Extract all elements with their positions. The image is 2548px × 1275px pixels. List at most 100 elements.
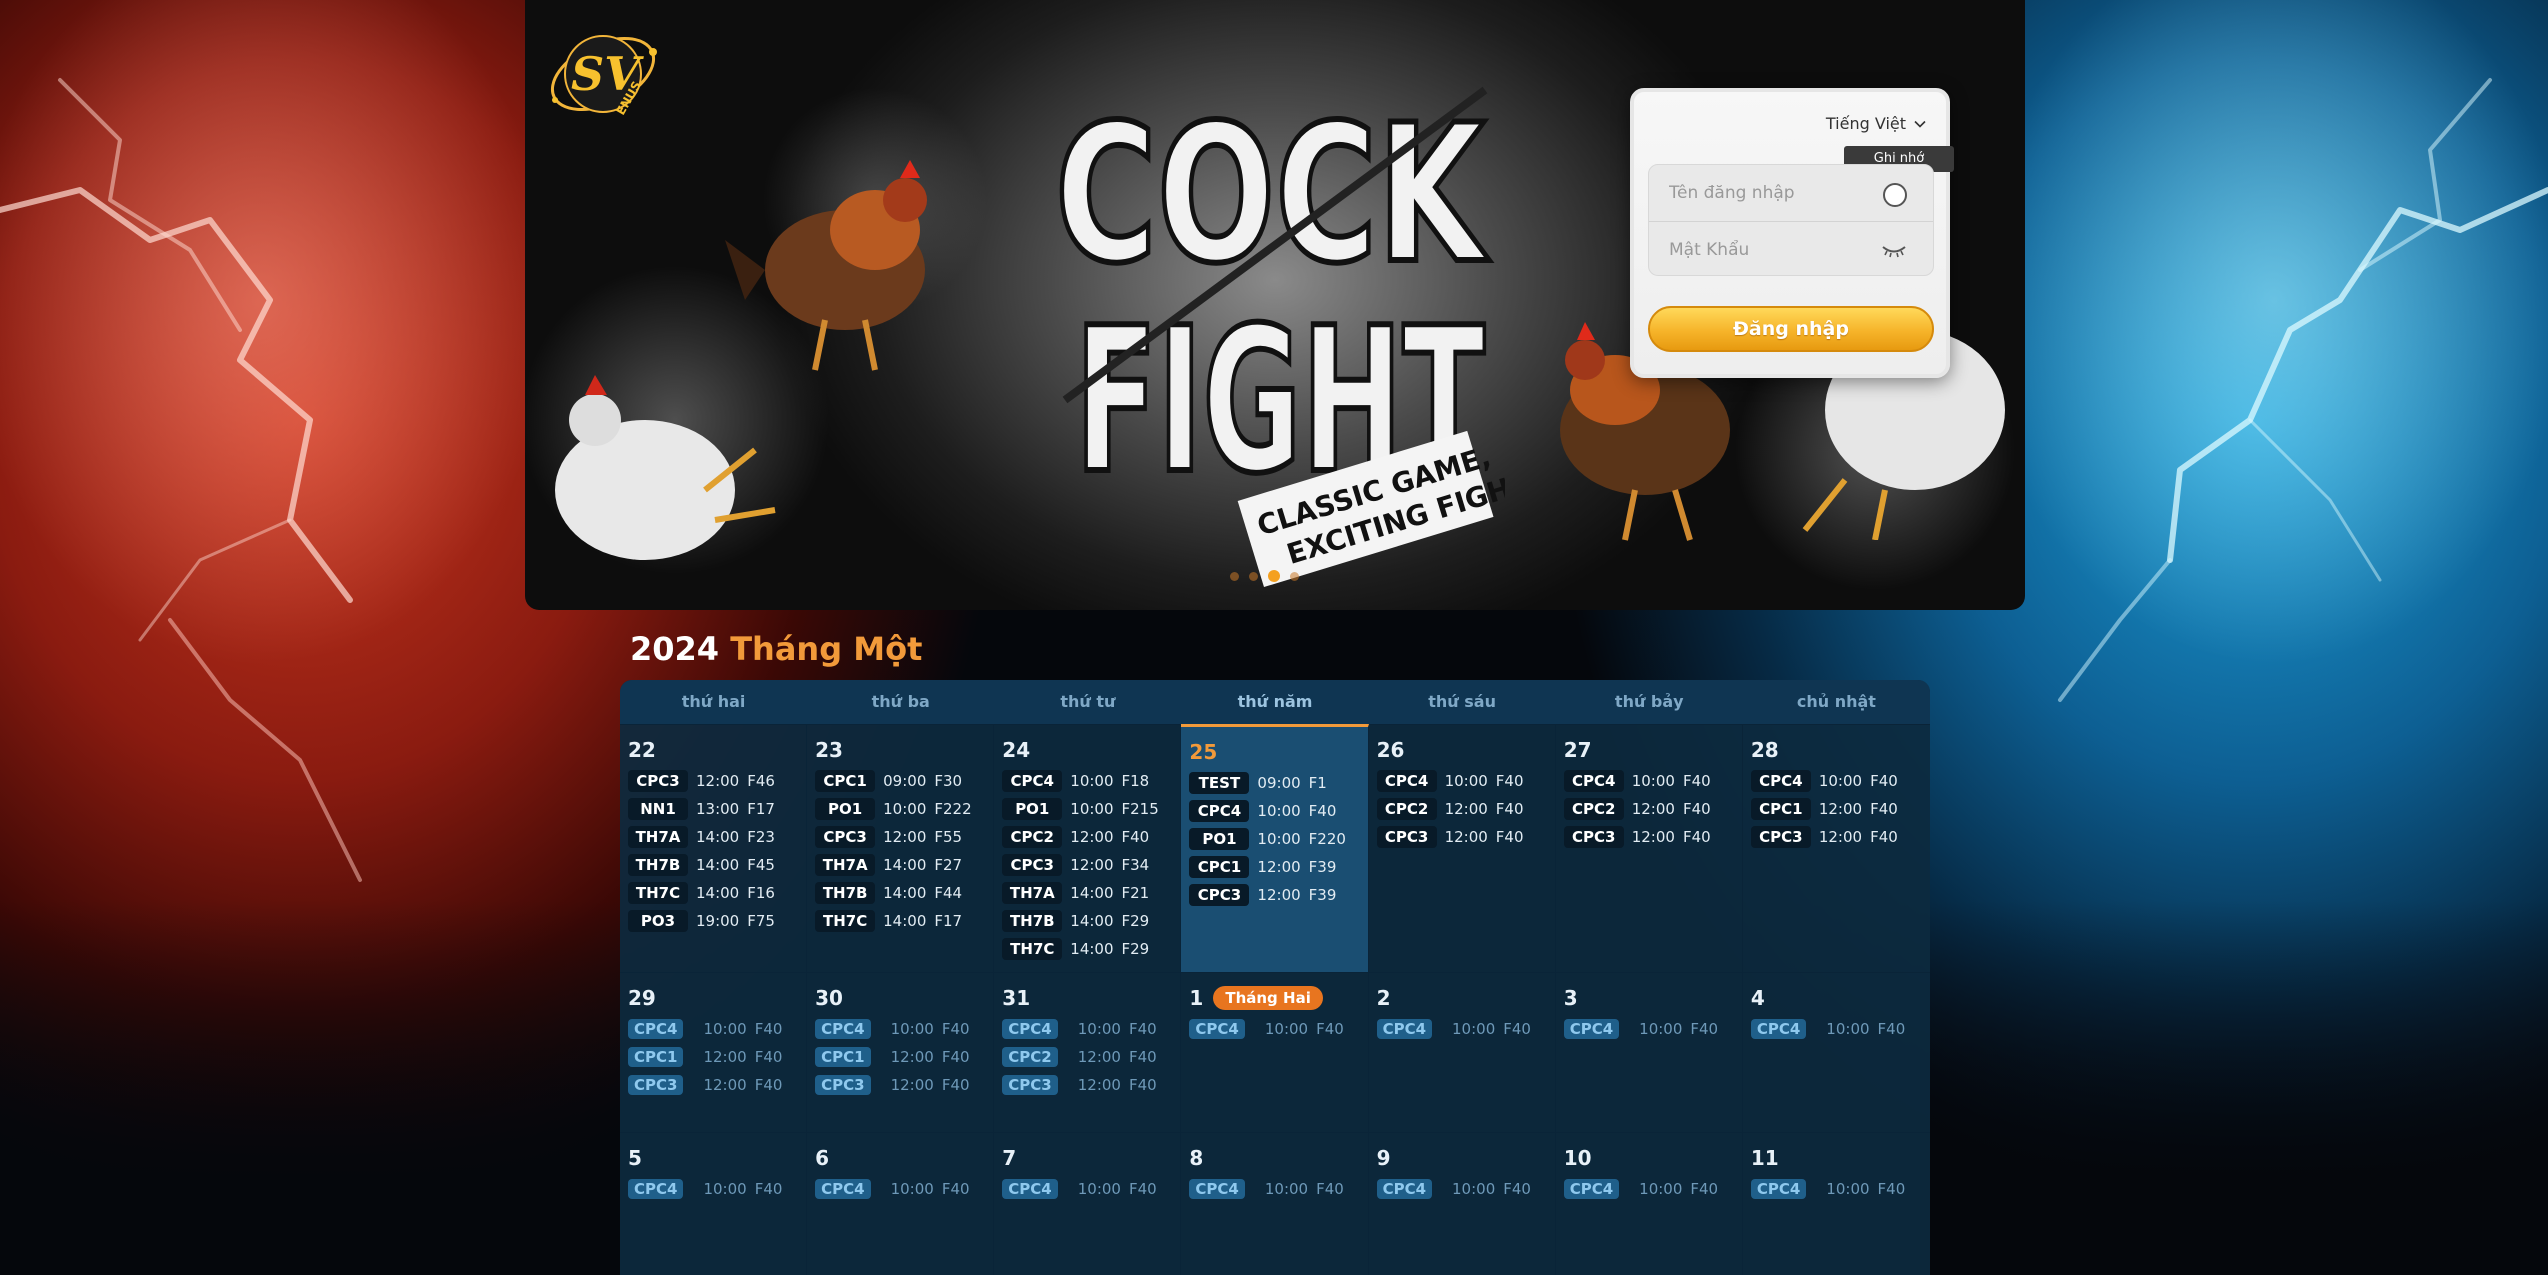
event-arena-code: CPC4	[1750, 1179, 1807, 1199]
login-button[interactable]: Đăng nhập	[1648, 306, 1934, 352]
event-item[interactable]: CPC4 10:00 F40	[1376, 767, 1547, 795]
event-fight-number: F40	[941, 1180, 970, 1198]
event-item[interactable]: TH7A 14:00 F21	[1002, 879, 1172, 907]
event-item[interactable]: TH7B 14:00 F44	[815, 879, 985, 907]
calendar-day[interactable]: 24 CPC4 10:00 F18 PO1 10:00 F215 CPC2 12:00 F40 CP…	[994, 724, 1182, 972]
event-item[interactable]: NN1 13:00 F17	[628, 795, 798, 823]
banner-pagination[interactable]	[1230, 570, 1299, 582]
event-item[interactable]: CPC4 10:00 F40	[1189, 797, 1359, 825]
event-item[interactable]: CPC4 10:00 F40	[1563, 1175, 1734, 1203]
event-item[interactable]: CPC3 12:00 F55	[815, 823, 985, 851]
event-item[interactable]: CPC4 10:00 F40	[1750, 1015, 1922, 1043]
calendar-day-today[interactable]: 25 TEST 09:00 F1 CPC4 10:00 F40 PO1 10:00 F220 CPC…	[1181, 724, 1369, 972]
calendar-day[interactable]: 28 CPC4 10:00 F40 CPC1 12:00 F40 CPC3 12:00 F40	[1742, 724, 1930, 972]
event-item[interactable]: PO1 10:00 F222	[815, 795, 985, 823]
event-item[interactable]: CPC4 10:00 F40	[1563, 1015, 1734, 1043]
event-item[interactable]: CPC4 10:00 F40	[1376, 1175, 1547, 1203]
event-item[interactable]: TEST 09:00 F1	[1189, 769, 1359, 797]
password-input[interactable]	[1669, 239, 1869, 260]
event-item[interactable]: TH7C 14:00 F17	[815, 907, 985, 935]
event-item[interactable]: PO3 19:00 F75	[628, 907, 798, 935]
calendar-day[interactable]: 31 CPC4 10:00 F40 CPC2 12:00 F40 CPC3 12:00 F40	[994, 972, 1182, 1132]
event-fight-number: F40	[1121, 828, 1150, 846]
event-arena-code: CPC4	[815, 1179, 871, 1199]
event-item[interactable]: CPC3 12:00 F40	[1376, 823, 1547, 851]
event-item[interactable]: CPC1 09:00 F30	[815, 767, 985, 795]
event-fight-number: F40	[754, 1020, 783, 1038]
event-item[interactable]: CPC2 12:00 F40	[1002, 823, 1172, 851]
calendar-day[interactable]: 9 CPC4 10:00 F40	[1368, 1132, 1556, 1275]
eye-closed-icon[interactable]	[1881, 242, 1907, 258]
event-item[interactable]: CPC3 12:00 F40	[1563, 823, 1734, 851]
event-item[interactable]: CPC3 12:00 F40	[628, 1071, 798, 1099]
calendar-day[interactable]: 10 CPC4 10:00 F40	[1555, 1132, 1743, 1275]
weekday-header: thứ hai thứ ba thứ tư thứ năm thứ sáu th…	[620, 680, 1930, 727]
event-item[interactable]: PO1 10:00 F220	[1189, 825, 1359, 853]
event-item[interactable]: CPC1 12:00 F40	[1750, 795, 1922, 823]
calendar-day[interactable]: 3 CPC4 10:00 F40	[1555, 972, 1743, 1132]
calendar-day[interactable]: 4 CPC4 10:00 F40	[1742, 972, 1930, 1132]
cockfight-title-art: COCK FIGHT CLASSIC GAME, EXCITING FIGHT!	[1052, 81, 1505, 588]
event-item[interactable]: CPC4 10:00 F40	[1189, 1175, 1359, 1203]
event-item[interactable]: CPC2 12:00 F40	[1563, 795, 1734, 823]
calendar-day[interactable]: 23 CPC1 09:00 F30 PO1 10:00 F222 CPC3 12:00 F55 TH…	[807, 724, 995, 972]
event-item[interactable]: CPC3 12:00 F39	[1189, 881, 1359, 909]
calendar-day[interactable]: 8 CPC4 10:00 F40	[1181, 1132, 1369, 1275]
event-fight-number: F40	[1128, 1020, 1157, 1038]
event-item[interactable]: CPC4 10:00 F40	[1002, 1175, 1172, 1203]
calendar-day[interactable]: 30 CPC4 10:00 F40 CPC1 12:00 F40 CPC3 12:00 F40	[807, 972, 995, 1132]
event-item[interactable]: CPC3 12:00 F40	[1750, 823, 1922, 851]
event-item[interactable]: TH7A 14:00 F27	[815, 851, 985, 879]
event-item[interactable]: CPC3 12:00 F46	[628, 767, 798, 795]
calendar-day[interactable]: 22 CPC3 12:00 F46 NN1 13:00 F17 TH7A 14:00 F23 TH7…	[620, 724, 808, 972]
calendar-day[interactable]: 2 CPC4 10:00 F40	[1368, 972, 1556, 1132]
slide-dot-4[interactable]	[1290, 571, 1299, 581]
event-item[interactable]: CPC4 10:00 F40	[1189, 1015, 1359, 1043]
event-fight-number: F220	[1308, 830, 1346, 848]
event-item[interactable]: TH7B 14:00 F29	[1002, 907, 1172, 935]
calendar-day[interactable]: 7 CPC4 10:00 F40	[994, 1132, 1182, 1275]
weekday-label: thứ sáu	[1428, 692, 1496, 711]
event-item[interactable]: CPC3 12:00 F40	[1002, 1071, 1172, 1099]
event-item[interactable]: TH7B 14:00 F45	[628, 851, 798, 879]
event-item[interactable]: CPC1 12:00 F39	[1189, 853, 1359, 881]
event-item[interactable]: CPC4 10:00 F40	[1376, 1015, 1547, 1043]
language-selector[interactable]: Tiếng Việt	[1826, 114, 1926, 133]
username-input[interactable]	[1669, 183, 1869, 203]
event-item[interactable]: CPC4 10:00 F40	[1002, 1015, 1172, 1043]
event-item[interactable]: CPC4 10:00 F40	[815, 1015, 985, 1043]
slide-dot-1[interactable]	[1230, 571, 1239, 581]
event-item[interactable]: CPC4 10:00 F18	[1002, 767, 1172, 795]
event-item[interactable]: CPC4 10:00 F40	[1563, 767, 1734, 795]
event-item[interactable]: CPC2 12:00 F40	[1376, 795, 1547, 823]
event-item[interactable]: CPC1 12:00 F40	[628, 1043, 798, 1071]
event-time: 10:00	[1818, 772, 1863, 790]
event-time: 10:00	[1826, 1020, 1870, 1038]
calendar-day[interactable]: 26 CPC4 10:00 F40 CPC2 12:00 F40 CPC3 12:00 F40	[1368, 724, 1556, 972]
event-item[interactable]: CPC3 12:00 F34	[1002, 851, 1172, 879]
event-item[interactable]: CPC2 12:00 F40	[1002, 1043, 1172, 1071]
slide-dot-3[interactable]	[1268, 570, 1280, 582]
event-item[interactable]: CPC4 10:00 F40	[1750, 1175, 1922, 1203]
event-fight-number: F40	[754, 1076, 783, 1094]
slide-dot-2[interactable]	[1249, 571, 1258, 581]
event-item[interactable]: CPC4 10:00 F40	[628, 1175, 798, 1203]
event-fight-number: F17	[747, 800, 775, 818]
calendar-day[interactable]: 29 CPC4 10:00 F40 CPC1 12:00 F40 CPC3 12:00 F40	[620, 972, 808, 1132]
event-item[interactable]: CPC4 10:00 F40	[1750, 767, 1922, 795]
event-item[interactable]: TH7A 14:00 F23	[628, 823, 798, 851]
event-item[interactable]: CPC4 10:00 F40	[815, 1175, 985, 1203]
event-item[interactable]: CPC4 10:00 F40	[628, 1015, 798, 1043]
event-item[interactable]: CPC1 12:00 F40	[815, 1043, 985, 1071]
calendar-day[interactable]: 1 Tháng Hai CPC4 10:00 F40	[1181, 972, 1369, 1132]
event-item[interactable]: TH7C 14:00 F29	[1002, 935, 1172, 963]
event-item[interactable]: CPC3 12:00 F40	[815, 1071, 985, 1099]
event-time: 12:00	[1631, 828, 1675, 846]
event-item[interactable]: PO1 10:00 F215	[1002, 795, 1172, 823]
calendar-day[interactable]: 27 CPC4 10:00 F40 CPC2 12:00 F40 CPC3 12:00 F40	[1555, 724, 1743, 972]
event-item[interactable]: TH7C 14:00 F16	[628, 879, 798, 907]
remember-radio-icon[interactable]	[1883, 183, 1907, 207]
calendar-day[interactable]: 5 CPC4 10:00 F40	[620, 1132, 808, 1275]
calendar-day[interactable]: 6 CPC4 10:00 F40	[807, 1132, 995, 1275]
calendar-day[interactable]: 11 CPC4 10:00 F40	[1742, 1132, 1930, 1275]
